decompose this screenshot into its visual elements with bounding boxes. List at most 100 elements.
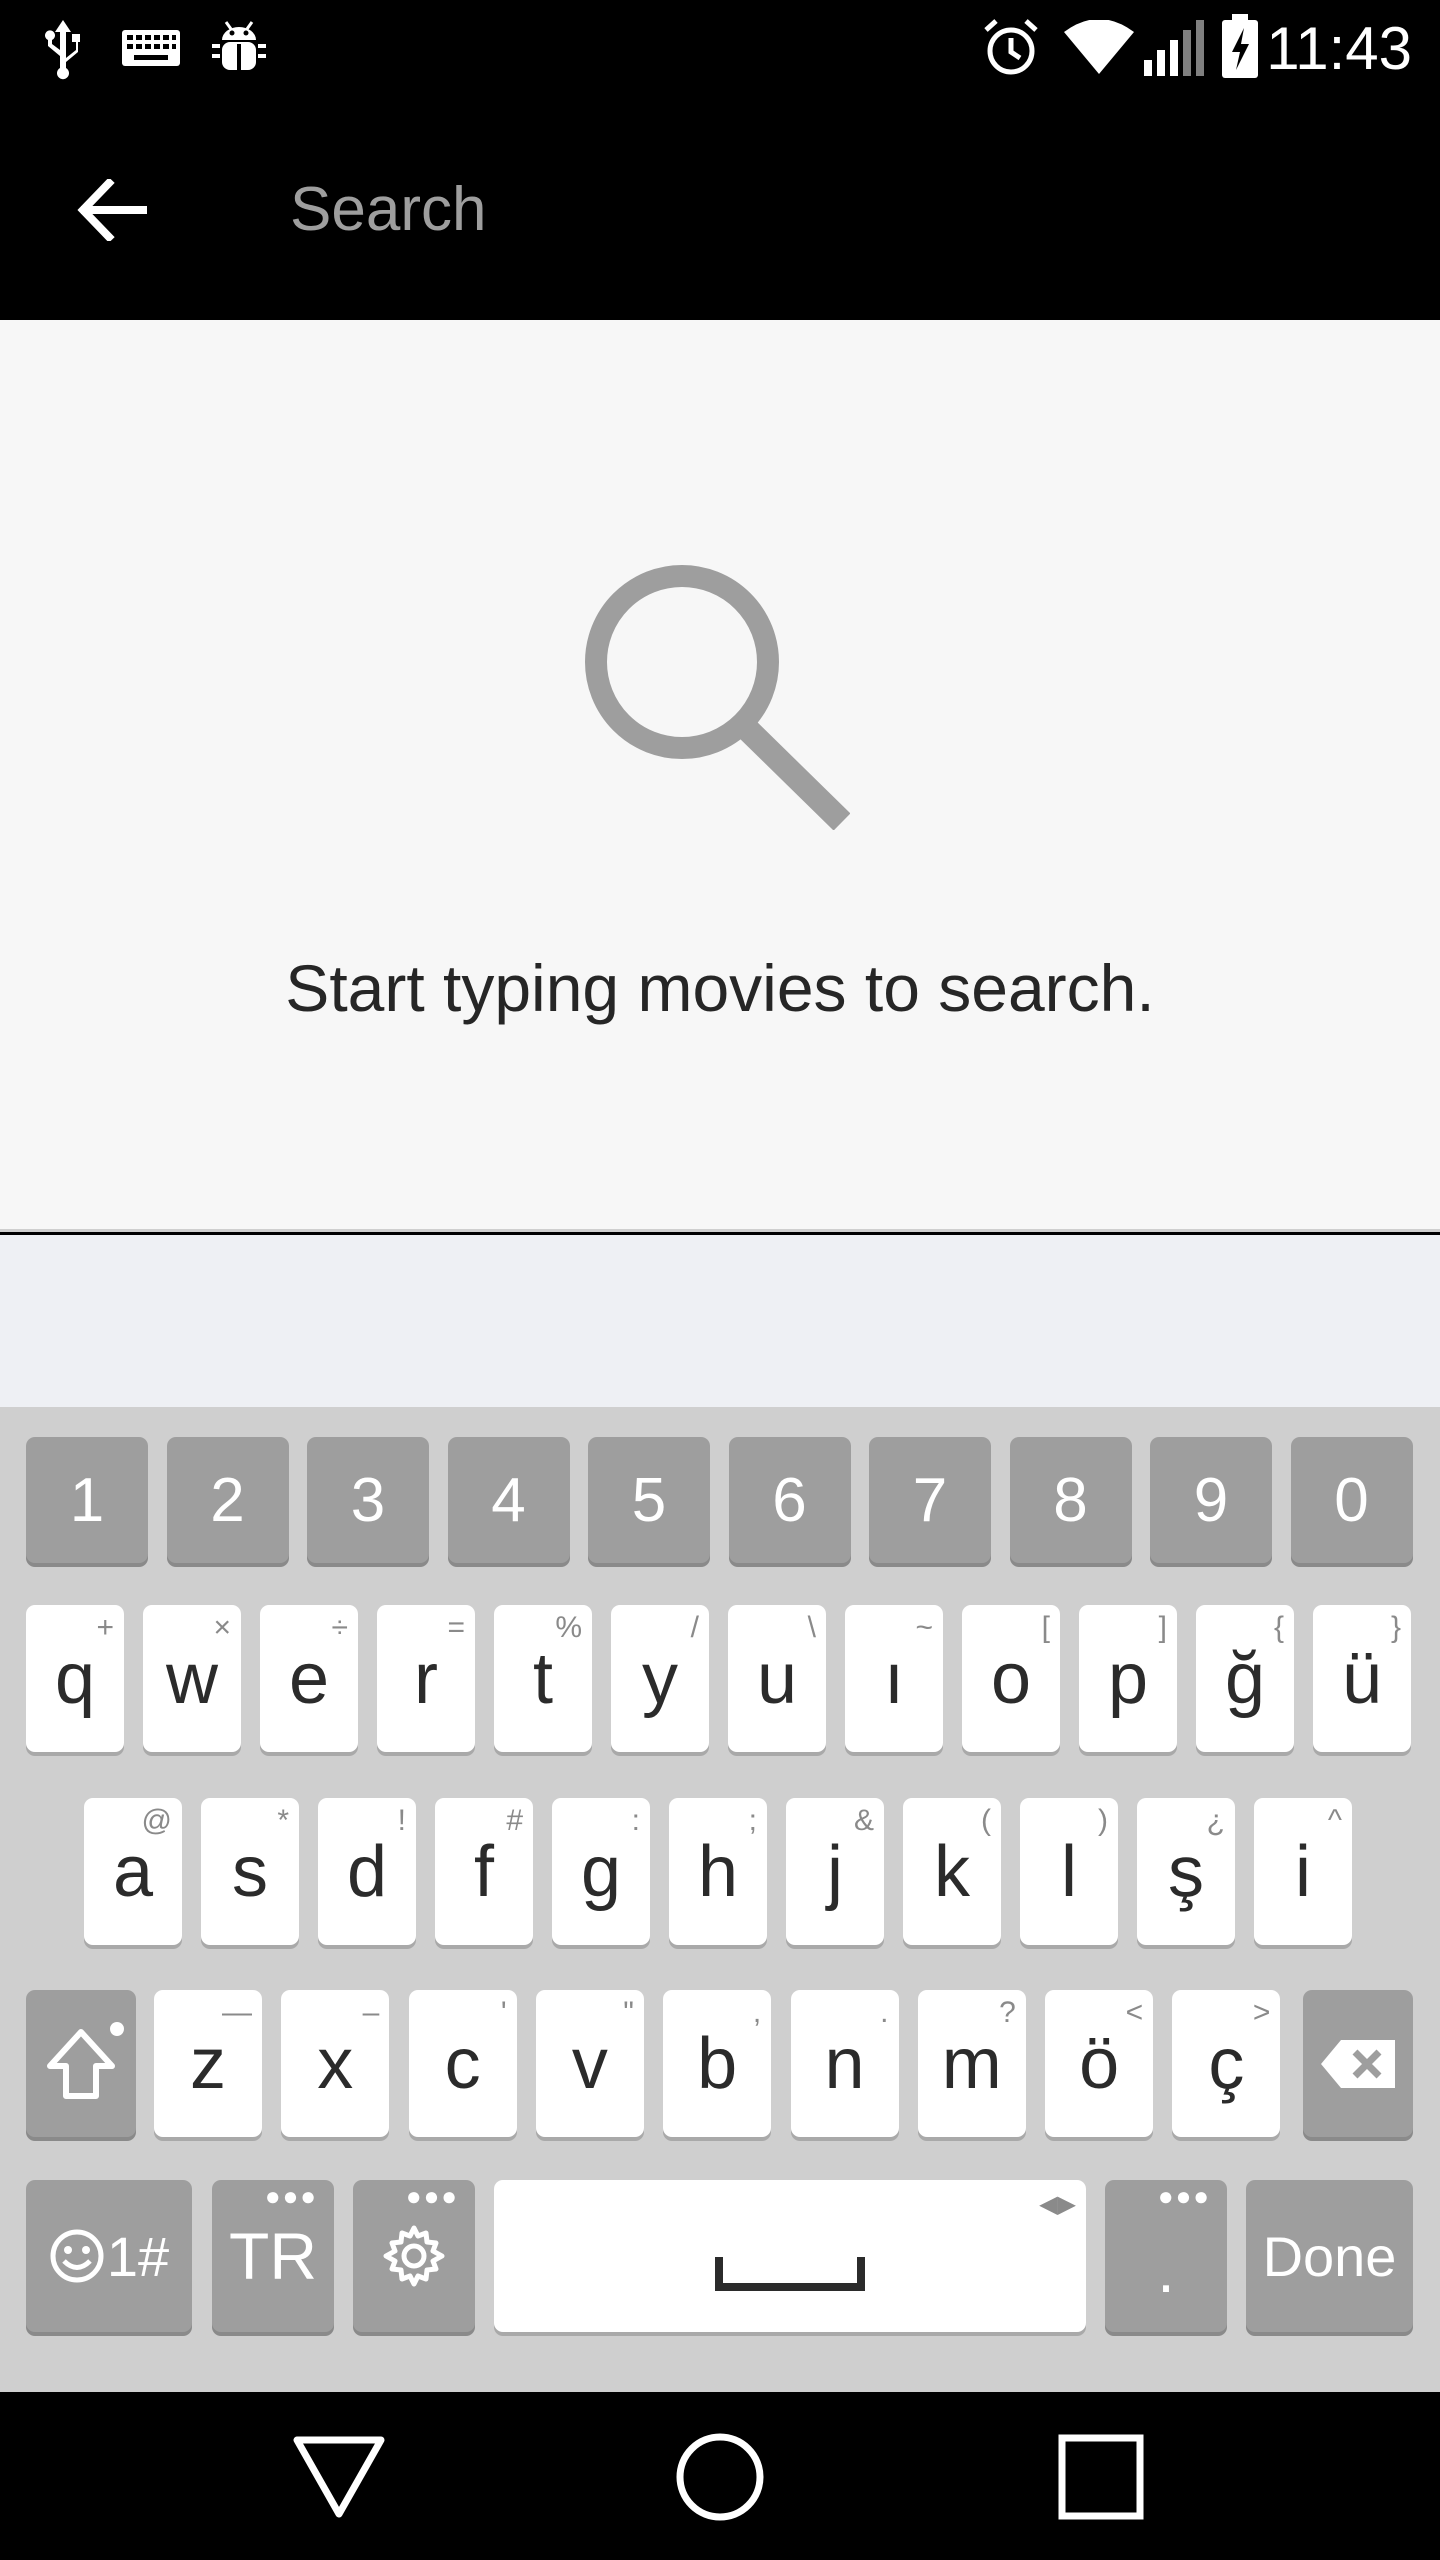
key-r2-5[interactable]: ; h	[669, 1798, 767, 1945]
key-label: d	[346, 1831, 388, 1912]
key-digit-3[interactable]: 4	[447, 1437, 570, 1563]
key-digit-9[interactable]: 0	[1290, 1437, 1413, 1563]
key-hint: /	[690, 1611, 699, 1644]
key-label: f	[473, 1831, 494, 1912]
key-r3-5[interactable]: .n	[790, 1990, 899, 2137]
backspace-key[interactable]	[1303, 1990, 1413, 2137]
key-label: w	[166, 1638, 218, 1719]
key-digit-0[interactable]: 1	[26, 1437, 148, 1563]
key-hint: '	[500, 1996, 507, 2029]
key-r1-10[interactable]: {ğ	[1196, 1605, 1294, 1752]
key-label: 0	[1334, 1465, 1369, 1535]
more-options-dots: ●●●	[405, 2181, 459, 2211]
key-hint: –	[362, 1996, 380, 2029]
key-label: p	[1107, 1638, 1149, 1719]
key-hint: ?	[999, 1996, 1016, 2029]
key-r2-4[interactable]: :g	[552, 1798, 650, 1945]
key-r1-0[interactable]: + q	[26, 1605, 124, 1752]
key-r1-6[interactable]: \ u	[728, 1605, 826, 1752]
symbols-key[interactable]: 1#	[26, 2180, 192, 2332]
key-digit-2[interactable]: 3	[307, 1437, 429, 1563]
key-digit-6[interactable]: 7	[869, 1437, 991, 1563]
soft-keyboard: 1# ●●● TR ●●● ◀▶ ●●● . Done 1 2 3 4 5 6 7 8 9 0 + q…	[0, 1407, 1440, 2392]
key-r3-1[interactable]: – x	[281, 1990, 390, 2137]
key-label: ü	[1341, 1638, 1383, 1719]
alarm-icon	[982, 18, 1040, 83]
done-key[interactable]: Done	[1246, 2180, 1413, 2332]
key-digit-1[interactable]: 2	[166, 1437, 289, 1563]
key-r1-5[interactable]: / y	[611, 1605, 709, 1752]
key-digit-5[interactable]: 6	[728, 1437, 851, 1563]
key-label: y	[642, 1638, 678, 1719]
key-digit-8[interactable]: 9	[1150, 1437, 1272, 1563]
period-key[interactable]: ●●● .	[1105, 2180, 1227, 2332]
key-r3-0[interactable]: — z	[154, 1990, 262, 2137]
status-bar: 11:43	[0, 0, 1440, 98]
key-r3-3[interactable]: " v	[535, 1990, 644, 2137]
key-hint: )	[1098, 1804, 1108, 1837]
key-label: m	[941, 2023, 1002, 2104]
key-label: q	[54, 1638, 96, 1719]
key-r2-3[interactable]: # f	[435, 1798, 533, 1945]
key-hint: }	[1390, 1611, 1401, 1644]
key-label: s	[232, 1831, 268, 1912]
key-r3-4[interactable]: ,b	[663, 1990, 772, 2137]
key-r2-1[interactable]: * s	[201, 1798, 299, 1945]
key-digit-7[interactable]: 8	[1009, 1437, 1132, 1563]
key-hint: +	[96, 1611, 114, 1644]
key-label: v	[571, 2023, 608, 2104]
key-label: u	[756, 1638, 798, 1719]
key-hint: (	[981, 1804, 991, 1837]
key-r1-4[interactable]: % t	[494, 1605, 592, 1752]
back-button[interactable]	[50, 148, 174, 272]
key-hint: ~	[915, 1611, 933, 1644]
key-label: i	[1295, 1831, 1311, 1912]
key-r1-2[interactable]: ÷ e	[260, 1605, 358, 1752]
key-r1-11[interactable]: } ü	[1313, 1605, 1411, 1752]
arrow-left-icon	[77, 179, 147, 241]
search-input[interactable]	[290, 164, 1290, 254]
key-r2-7[interactable]: (k	[903, 1798, 1001, 1945]
key-label: ş	[1168, 1831, 1204, 1912]
key-hint: ]	[1158, 1611, 1167, 1644]
language-key[interactable]: ●●● TR	[212, 2180, 334, 2332]
key-r3-6[interactable]: ? m	[917, 1990, 1026, 2137]
key-r1-1[interactable]: × w	[143, 1605, 241, 1752]
key-label: 5	[631, 1465, 667, 1535]
key-label: ı	[883, 1638, 904, 1719]
key-r1-8[interactable]: [o	[962, 1605, 1060, 1752]
symbols-label: 1#	[106, 2224, 170, 2288]
key-label: 7	[912, 1465, 948, 1535]
key-r3-2[interactable]: ' c	[408, 1990, 517, 2137]
key-hint: >	[1252, 1996, 1271, 2029]
settings-key[interactable]: ●●●	[353, 2180, 475, 2332]
key-r2-2[interactable]: ! d	[318, 1798, 416, 1945]
key-r1-7[interactable]: ~ ı	[845, 1605, 943, 1752]
key-r1-3[interactable]: = r	[377, 1605, 475, 1752]
key-r2-8[interactable]: ) l	[1020, 1798, 1118, 1945]
period-label: .	[1157, 2236, 1175, 2306]
shift-key[interactable]	[26, 1990, 136, 2137]
key-r2-9[interactable]: ¿ ş	[1137, 1798, 1235, 1945]
empty-state-message: Start typing movies to search.	[285, 951, 1155, 1025]
gear-icon	[383, 2225, 445, 2287]
space-key[interactable]: ◀▶	[494, 2180, 1086, 2332]
key-hint: *	[277, 1804, 289, 1837]
key-r1-9[interactable]: ] p	[1079, 1605, 1177, 1752]
key-label: n	[824, 2023, 865, 2104]
key-r2-10[interactable]: ^ i	[1254, 1798, 1352, 1945]
nav-home-button[interactable]	[665, 2422, 775, 2532]
search-icon	[585, 565, 850, 830]
key-label: h	[697, 1831, 739, 1912]
recents-square-icon	[1058, 2434, 1144, 2520]
key-label: 3	[350, 1465, 386, 1535]
key-r3-8[interactable]: > ç	[1172, 1990, 1281, 2137]
key-label: ç	[1208, 2023, 1245, 2104]
key-r3-7[interactable]: < ö	[1045, 1990, 1154, 2137]
nav-back-button[interactable]	[284, 2422, 394, 2532]
key-r2-6[interactable]: & j	[786, 1798, 884, 1945]
key-hint: .	[880, 1996, 889, 2029]
key-r2-0[interactable]: @ a	[84, 1798, 182, 1945]
nav-recents-button[interactable]	[1046, 2422, 1156, 2532]
key-digit-4[interactable]: 5	[588, 1437, 710, 1563]
